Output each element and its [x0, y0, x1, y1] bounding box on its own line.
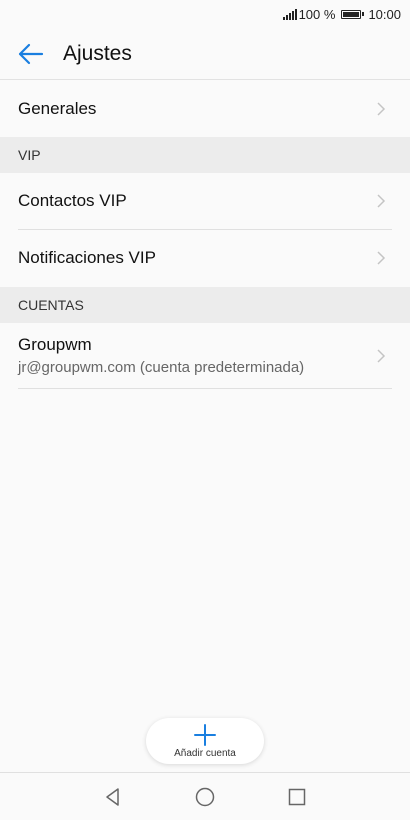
- section-header-accounts: CUENTAS: [0, 287, 410, 323]
- settings-item-vip-contacts[interactable]: Contactos VIP: [18, 173, 392, 229]
- nav-recents-button[interactable]: [277, 777, 317, 817]
- app-bar: Ajustes: [0, 28, 410, 80]
- section-header-vip: VIP: [0, 137, 410, 173]
- circle-home-icon: [195, 787, 215, 806]
- chevron-right-icon: [377, 348, 386, 363]
- settings-item-general[interactable]: Generales: [18, 81, 392, 136]
- plus-icon: [194, 723, 216, 746]
- chevron-right-icon: [377, 194, 386, 208]
- nav-back-button[interactable]: [93, 777, 133, 817]
- square-recents-icon: [288, 788, 306, 805]
- account-name: Groupwm: [18, 335, 92, 354]
- back-button[interactable]: [17, 40, 45, 68]
- settings-item-vip-notifications[interactable]: Notificaciones VIP: [18, 230, 392, 286]
- settings-item-label: Contactos VIP: [18, 191, 127, 210]
- triangle-back-icon: [106, 787, 119, 806]
- page-title: Ajustes: [63, 41, 132, 65]
- account-text: Groupwm jr@groupwm.com (cuenta predeterm…: [18, 335, 304, 376]
- settings-item-label: Notificaciones VIP: [18, 248, 156, 267]
- account-item-groupwm[interactable]: Groupwm jr@groupwm.com (cuenta predeterm…: [18, 323, 392, 388]
- battery-percent: 100 %: [298, 6, 336, 22]
- status-bar: 100 % 10:00: [0, 0, 410, 28]
- account-detail: jr@groupwm.com (cuenta predeterminada): [18, 359, 305, 376]
- section-header-label: VIP: [18, 147, 41, 163]
- add-account-button[interactable]: Añadir cuenta: [146, 718, 264, 764]
- nav-home-button[interactable]: [185, 777, 225, 817]
- chevron-right-icon: [377, 251, 386, 265]
- arrow-left-icon: [18, 43, 44, 64]
- system-nav-bar: [0, 772, 410, 820]
- settings-item-label: Generales: [18, 98, 97, 118]
- battery-icon: [341, 9, 365, 19]
- divider: [18, 388, 392, 389]
- signal-icon: [282, 8, 297, 20]
- chevron-right-icon: [377, 101, 386, 116]
- add-account-label: Añadir cuenta: [174, 747, 236, 759]
- section-header-label: CUENTAS: [18, 297, 84, 313]
- clock: 10:00: [368, 6, 401, 22]
